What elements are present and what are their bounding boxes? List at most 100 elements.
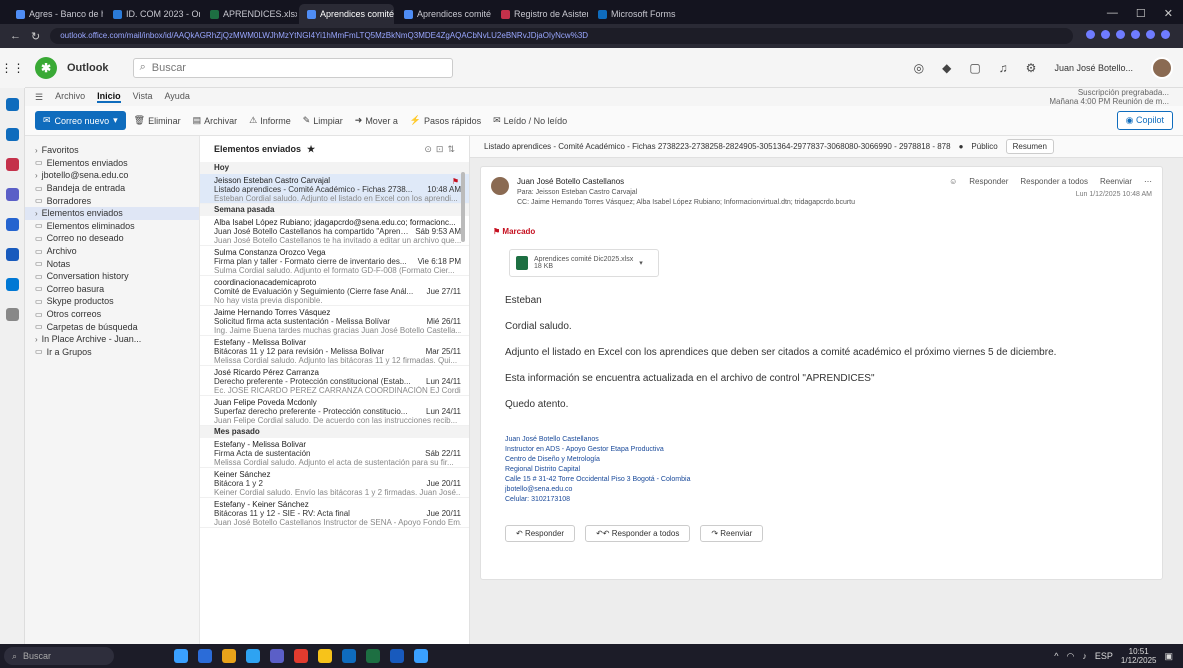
wifi-icon[interactable]: ◠ <box>1067 651 1075 662</box>
list-item[interactable]: coordinacionacademicaproto Comité de Eval… <box>200 276 469 306</box>
app-icon[interactable] <box>318 649 332 663</box>
back-icon[interactable]: ← <box>10 30 21 42</box>
chevron-down-icon[interactable]: ▾ <box>639 259 643 267</box>
folder-item[interactable]: › In Place Archive - Juan... <box>35 333 199 346</box>
groups-icon[interactable] <box>6 188 19 201</box>
extension-icon[interactable] <box>1131 30 1140 39</box>
search-box[interactable]: ⌕ Buscar <box>132 57 453 78</box>
reply-button[interactable]: ↶↶ Responder a todos <box>585 525 691 542</box>
copilot-button[interactable]: ◉ Copilot <box>1116 111 1173 130</box>
clock[interactable]: 10:51 1/12/2025 <box>1121 647 1157 665</box>
more-icon[interactable]: ⋯ <box>1144 177 1152 186</box>
list-item[interactable]: Juan Felipe Poveda Mcdonly Superfaz derec… <box>200 396 469 426</box>
list-item[interactable]: Estefany - Melissa Bolivar Bitácoras 11 y… <box>200 336 469 366</box>
folder-item[interactable]: ▭ Carpetas de búsqueda <box>35 320 199 333</box>
browser-tab[interactable]: Microsoft Forms <box>590 4 684 24</box>
browser-tab[interactable]: Aprendices comité fase <box>299 4 394 24</box>
ribbon-tab[interactable]: Archivo <box>55 91 85 103</box>
word-icon[interactable] <box>390 649 404 663</box>
folder-item[interactable]: › jbotello@sena.edu.co <box>35 169 199 182</box>
folder-item[interactable]: ▭ Borradores <box>35 194 199 207</box>
list-item[interactable]: Sulma Constanza Orozco Vega Firma plan y … <box>200 246 469 276</box>
ribbon-button[interactable]: 🗑 Eliminar <box>134 115 181 126</box>
folder-item[interactable]: ▭ Correo no deseado <box>35 232 199 245</box>
close-icon[interactable]: ✕ <box>1164 7 1173 20</box>
list-group-header[interactable]: Semana pasada <box>200 204 469 216</box>
chevron-up-icon[interactable]: ^ <box>1054 651 1058 661</box>
start-icon[interactable] <box>174 649 188 663</box>
maximize-icon[interactable]: ☐ <box>1136 7 1146 20</box>
list-tools[interactable]: ⊙⊡⇅ <box>424 144 459 155</box>
ribbon-tab[interactable]: Vista <box>133 91 153 103</box>
folder-item[interactable]: ▭ Ir a Grupos <box>35 346 199 359</box>
browser-tab[interactable]: Agres - Banco de hora <box>8 4 103 24</box>
extension-icon[interactable] <box>1116 30 1125 39</box>
list-item[interactable]: Jaime Hernando Torres Vásquez Solicitud f… <box>200 306 469 336</box>
app-icon[interactable] <box>414 649 428 663</box>
reply-button[interactable]: ↷ Reenviar <box>700 525 764 542</box>
avatar[interactable] <box>1151 56 1173 79</box>
list-item[interactable]: Estefany - Melissa Bolivar Firma Acta de … <box>200 438 469 468</box>
mail-icon[interactable] <box>6 98 19 111</box>
task-view-icon[interactable] <box>198 649 212 663</box>
sender-name[interactable]: Juan José Botello Castellanos <box>517 177 624 186</box>
apps-icon[interactable] <box>6 308 19 321</box>
teams-icon[interactable]: ◆ <box>942 61 951 75</box>
folder-item[interactable]: ▭ Skype productos <box>35 295 199 308</box>
flag-icon[interactable]: ⚑ <box>452 177 459 186</box>
meet-now-icon[interactable]: ◎ <box>914 61 924 75</box>
extension-icon[interactable] <box>1086 30 1095 39</box>
file-explorer-icon[interactable] <box>222 649 236 663</box>
ribbon-tab[interactable]: Inicio <box>97 91 121 103</box>
browser-tab[interactable]: ID. COM 2023 - OneDrive <box>105 4 200 24</box>
word-icon[interactable] <box>6 248 19 261</box>
language-label[interactable]: ESP <box>1095 651 1113 661</box>
teams-icon[interactable] <box>270 649 284 663</box>
folder-item[interactable]: › Elementos enviados <box>25 206 199 220</box>
taskbar-search[interactable]: ⌕ Buscar <box>4 647 114 665</box>
list-item[interactable]: Jeisson Esteban Castro Carvajal Listado a… <box>200 174 469 204</box>
browser-tab[interactable]: APRENDICES.xlsx <box>202 4 297 24</box>
app-launcher-icon[interactable]: ⋮⋮ <box>0 48 25 88</box>
bell-icon[interactable]: ♫ <box>999 61 1008 75</box>
reply-all-action[interactable]: Responder a todos <box>1020 177 1088 186</box>
upcoming-notice[interactable]: Suscripción pregrabada... Mañana 4:00 PM… <box>1049 88 1183 106</box>
edge-icon[interactable] <box>246 649 260 663</box>
forward-action[interactable]: Reenviar <box>1100 177 1132 186</box>
reply-action[interactable]: Responder <box>969 177 1008 186</box>
minimize-icon[interactable]: — <box>1107 7 1118 20</box>
folder-item[interactable]: ▭ Otros correos <box>35 308 199 321</box>
ribbon-button[interactable]: ▤ Archivar <box>193 115 238 126</box>
chevron-down-icon[interactable]: ▾ <box>113 115 118 126</box>
list-item[interactable]: José Ricardo Pérez Carranza Derecho prefe… <box>200 366 469 396</box>
emoji-icon[interactable]: ☺ <box>949 177 957 186</box>
list-item[interactable]: Keiner Sánchez Bitácora 1 y 2 Jue 20/11 Kei… <box>200 468 469 498</box>
ribbon-button[interactable]: ⚡ Pasos rápidos <box>410 115 481 126</box>
ribbon-button[interactable]: ➜ Mover a <box>355 115 398 126</box>
url-field[interactable]: outlook.office.com/mail/inbox/id/AAQkAGR… <box>50 28 1073 44</box>
browser-tab[interactable]: Registro de Asistencia <box>493 4 588 24</box>
list-group-header[interactable]: Hoy <box>200 162 469 174</box>
folder-item[interactable]: ▭ Notas <box>35 257 199 270</box>
attachment[interactable]: Aprendices comité Dic2025.xlsx 18 KB ▾ <box>509 249 659 277</box>
ribbon-tab[interactable]: Ayuda <box>164 91 189 103</box>
reply-button[interactable]: ↶ Responder <box>505 525 576 542</box>
extension-icon[interactable] <box>1101 30 1110 39</box>
folder-item[interactable]: ▭ Elementos eliminados <box>35 220 199 233</box>
hamburger-icon[interactable]: ☰ <box>35 92 43 103</box>
extension-icon[interactable] <box>1146 30 1155 39</box>
list-group-header[interactable]: Mes pasado <box>200 426 469 438</box>
ribbon-button[interactable]: ⚠ Informe <box>249 115 291 126</box>
excel-icon[interactable] <box>366 649 380 663</box>
browser-tab[interactable]: Aprendices comité <box>396 4 491 24</box>
extension-icon[interactable] <box>1161 30 1170 39</box>
folder-item[interactable]: ▭ Archivo <box>35 245 199 258</box>
notes-icon[interactable]: ▢ <box>969 61 980 75</box>
summary-button[interactable]: Resumen <box>1005 139 1054 154</box>
refresh-icon[interactable]: ↻ <box>31 30 40 43</box>
folder-item[interactable]: ▭ Bandeja de entrada <box>35 182 199 195</box>
chrome-icon[interactable] <box>294 649 308 663</box>
star-icon[interactable]: ★ <box>307 144 315 155</box>
folder-item[interactable]: ▭ Elementos enviados <box>35 157 199 170</box>
gear-icon[interactable]: ⚙ <box>1026 61 1037 75</box>
